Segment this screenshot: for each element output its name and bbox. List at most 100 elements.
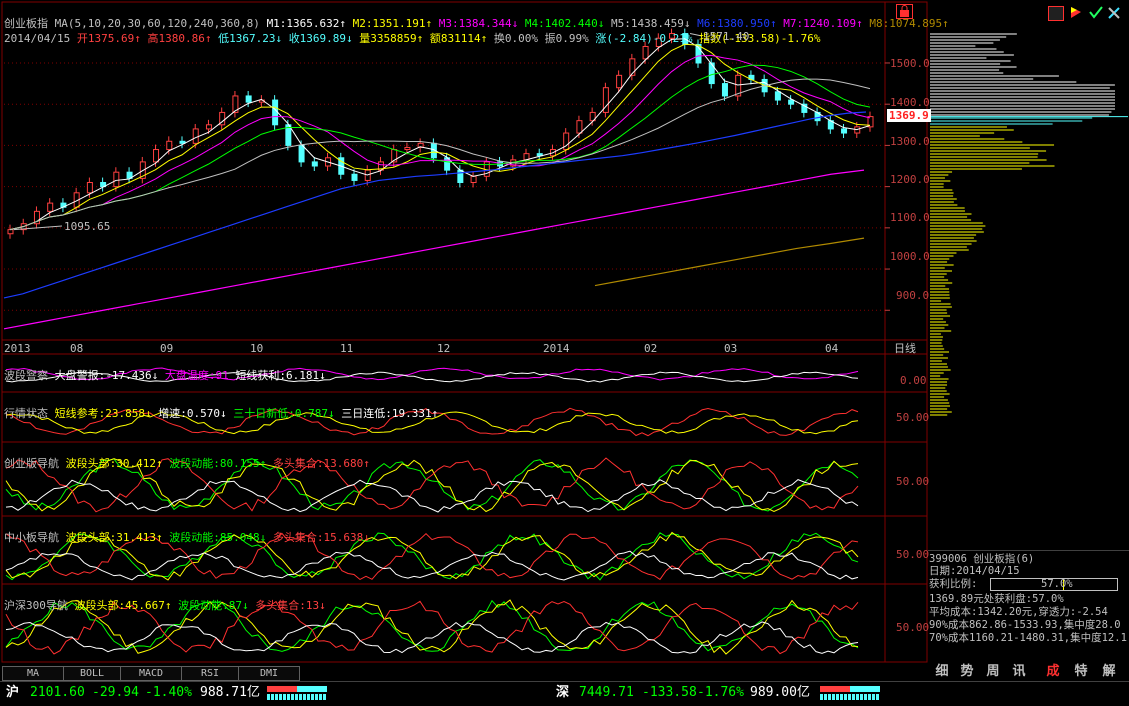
price-tick: 1000.0 [890,250,930,263]
panel-tab-week[interactable]: 周 [982,663,1004,680]
tab-boll[interactable]: BOLL [63,666,121,681]
quote-low: 低1367.23↓ [218,32,282,45]
sz-up-bar [820,686,850,692]
date-tick: 03 [724,342,737,355]
window-icon[interactable] [1048,6,1064,21]
chip-line-1: 1369.89元处获利盘:57.0% [929,593,1064,606]
low-annotation: 1095.65 [64,220,110,233]
ma-line [10,44,870,229]
price-tick: 1200.0 [890,173,930,186]
candle-body [114,172,119,186]
price-tick: 1400.0 [890,96,930,109]
indicator-name[interactable]: 波段窨察 [4,369,48,382]
candle-body [246,96,251,102]
candle-body [405,147,410,149]
indicator-1-title: 波段窨察 大盘警报:-17.436↓ 大盘温度:91 短线获利:6.181↓ [4,356,326,382]
header-line-2: 2014/04/15 开1375.69↑ 高1380.86↑ 低1367.23↓… [4,19,820,45]
indicator-part: 多头集合:13.680↑ [273,457,370,470]
indicator-name[interactable]: 沪深300导航 [4,599,68,612]
indicator-axis: 50.00 [896,411,929,424]
flag-icon[interactable] [1069,6,1083,19]
sh-change: -29.94 [92,686,139,699]
date-tick: 2014 [543,342,570,355]
candle-body [617,75,622,87]
current-price-tag: 1369.9 [887,109,931,122]
tools-icon[interactable] [1107,6,1121,19]
sz-index[interactable]: 7449.71 [579,686,634,699]
sh-amount: 988.71亿 [200,686,260,699]
quote-volume: 量3358859↑ [359,32,423,45]
candle-body [352,174,357,180]
indicator-name[interactable]: 行情状态 [4,407,48,420]
date-tick: 08 [70,342,83,355]
sh-down-bar [297,686,327,692]
candle-body [167,141,172,149]
tab-ma[interactable]: MA [2,666,64,681]
indicator-part: 波段动能:85.048↓ [169,531,266,544]
indicator-4-title: 中小板导航 波段头部:31.413↑ 波段动能:85.048↓ 多头集合:15.… [4,518,370,544]
candle-body [48,203,53,211]
indicator-2-title: 行情状态 短线参考:23.858↓ 增速:0.570↓ 三十日新低:0.787↓… [4,394,438,420]
indicator-part: 波段头部:45.667↑ [75,599,172,612]
panel-tab-chips[interactable]: 成 [1042,663,1064,680]
tab-macd[interactable]: MACD [120,666,182,681]
profit-ratio-bar: 57.0% [990,578,1118,591]
date-tick: 10 [250,342,263,355]
price-tick: 900.0 [896,289,929,302]
candle-body [206,125,211,129]
candle-body [775,92,780,100]
indicator-part: 三十日新低:0.787↓ [233,407,334,420]
indicator-name[interactable]: 中小板导航 [4,531,59,544]
candle-body [193,129,198,143]
lock-icon[interactable] [896,4,913,19]
candle-body [471,176,476,182]
sh-breadth-bar [267,694,327,700]
sh-index[interactable]: 2101.60 [30,686,85,699]
check-icon[interactable] [1089,6,1103,19]
sz-amount: 989.00亿 [750,686,810,699]
panel-tab-trend[interactable]: 势 [956,663,978,680]
sz-change: -133.58 [642,686,697,699]
indicator-part: 大盘警报:-17.436↓ [55,369,159,382]
ma-m6-line [4,112,866,298]
quote-turnover: 换0.00% [494,32,538,45]
candle-body [842,129,847,133]
profit-ratio-label: 获利比例: [929,578,977,591]
indicator-3-title: 创业版导航 波段头部:30.412↑ 波段动能:80.155↑ 多头集合:13.… [4,444,370,470]
period-label[interactable]: 日线 [894,342,916,355]
panel-tab-news[interactable]: 讯 [1008,663,1030,680]
candle-body [312,162,317,166]
tab-dmi[interactable]: DMI [238,666,300,681]
panel-tab-special[interactable]: 特 [1070,663,1092,680]
candle-body [643,46,648,58]
quote-high: 高1380.86↑ [147,32,211,45]
date-tick: 2013 [4,342,31,355]
date-tick: 02 [644,342,657,355]
status-bar: 沪 2101.60 -29.94 -1.40% 988.71亿 深 7449.7… [0,681,1129,706]
indicator-axis: 50.00 [896,548,929,561]
indicator-part: 增速:0.570↓ [158,407,226,420]
ma-m7-line [4,170,864,329]
panel-divider [928,550,1129,551]
indicator-part: 波段动能:80.155↑ [169,457,266,470]
sh-up-bar [267,686,297,692]
candle-body [87,183,92,193]
indicator-axis: 50.00 [896,621,929,634]
sz-breadth-bar [820,694,880,700]
date-tick: 12 [437,342,450,355]
panel-tab-detail[interactable]: 细 [931,663,953,680]
tab-rsi[interactable]: RSI [181,666,239,681]
ma-m8-line [595,238,864,285]
nav-line-base [6,622,858,653]
candle-body [8,230,13,234]
indicator-name[interactable]: 创业版导航 [4,457,59,470]
quote-close: 收1369.89↓ [289,32,353,45]
indicator-part: 多头集合:13↓ [255,599,326,612]
panel-tab-explain[interactable]: 解 [1098,663,1120,680]
candle-body [458,170,463,182]
sz-pct: -1.76% [697,686,744,699]
high-annotation: 1571.40 [703,30,749,43]
chip-line-3: 90%成本862.86-1533.93,集中度28.0 [929,619,1121,632]
indicator-5-title: 沪深300导航 波段头部:45.667↑ 波段动能:87↓ 多头集合:13↓ [4,586,326,612]
chip-line-4: 70%成本1160.21-1480.31,集中度12.1 [929,632,1127,645]
